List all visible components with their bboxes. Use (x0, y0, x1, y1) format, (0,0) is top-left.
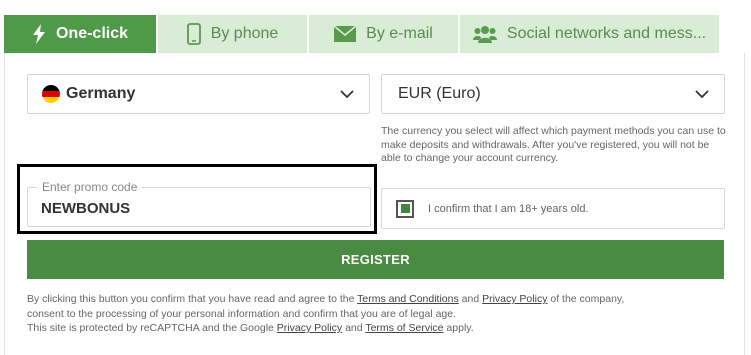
users-icon (472, 25, 497, 43)
legal-text-part: This site is protected by reCAPTCHA and … (27, 322, 277, 334)
chevron-down-icon (695, 90, 709, 99)
terms-link[interactable]: Terms and Conditions (357, 293, 459, 305)
age-confirm-checkbox[interactable] (396, 199, 414, 218)
envelope-icon (334, 26, 357, 42)
promo-code-input[interactable] (41, 200, 341, 217)
germany-flag-icon (42, 85, 60, 103)
chevron-down-icon (340, 90, 354, 99)
tab-by-phone[interactable]: By phone (158, 15, 309, 53)
currency-note: The currency you select will affect whic… (381, 125, 726, 164)
tab-by-email[interactable]: By e-mail (309, 15, 460, 53)
tab-label: By phone (210, 25, 279, 42)
terms-of-service-link[interactable]: Terms of Service (365, 322, 443, 334)
tab-social-networks[interactable]: Social networks and mess... (460, 15, 719, 53)
registration-tabs: One-click By phone By e-mail Social netw… (4, 15, 719, 53)
legal-text-part: and (342, 322, 366, 334)
country-value: Germany (66, 85, 136, 102)
lightning-icon (32, 24, 46, 44)
currency-value: EUR (Euro) (398, 85, 481, 102)
legal-text-part: apply. (443, 322, 474, 334)
checkbox-checked-mark (400, 204, 410, 213)
tab-one-click[interactable]: One-click (4, 15, 158, 53)
legal-text-part: consent to the processing of your person… (27, 307, 457, 320)
legal-text-part: By clicking this button you confirm that… (27, 293, 358, 305)
currency-select[interactable]: EUR (Euro) (381, 74, 725, 114)
age-confirm-label: I confirm that I am 18+ years old. (428, 202, 589, 215)
phone-icon (186, 23, 201, 45)
tab-label: By e-mail (366, 25, 433, 42)
tab-label: One-click (55, 25, 129, 42)
legal-text: By clicking this button you confirm that… (27, 292, 727, 336)
country-select[interactable]: Germany (27, 74, 370, 114)
privacy-policy-link[interactable]: Privacy Policy (482, 293, 547, 305)
legal-text-part: of the company, (547, 293, 625, 305)
legal-text-part: and (458, 293, 483, 305)
age-confirm-field: I confirm that I am 18+ years old. (381, 188, 725, 229)
google-privacy-link[interactable]: Privacy Policy (277, 322, 342, 334)
register-button[interactable]: REGISTER (27, 240, 724, 279)
promo-label: Enter promo code (37, 180, 143, 194)
tab-label: Social networks and mess... (506, 25, 707, 42)
